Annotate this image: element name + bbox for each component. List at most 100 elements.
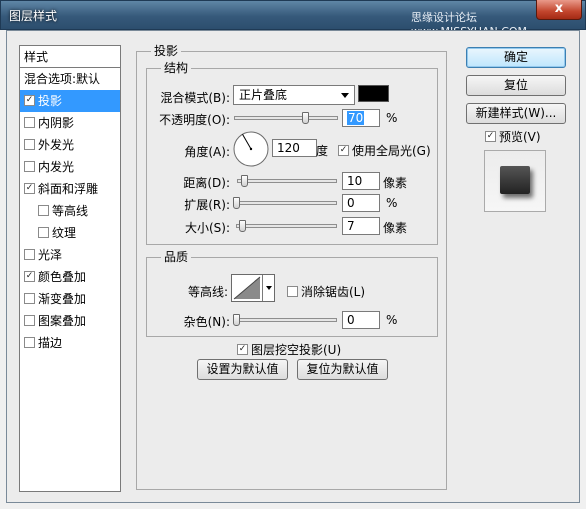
sidebar-item-label: 内阴影: [38, 116, 75, 130]
sidebar-item-label: 斜面和浮雕: [38, 182, 99, 196]
opacity-slider-thumb[interactable]: [302, 112, 309, 124]
noise-slider-track[interactable]: [233, 314, 337, 326]
noise-input[interactable]: 0: [342, 311, 380, 329]
sidebar-item-label: 投影: [38, 94, 63, 108]
checkbox-icon[interactable]: [24, 249, 35, 260]
blend-mode-label: 混合模式(B):: [160, 91, 230, 105]
checkbox-icon[interactable]: ✓: [24, 95, 35, 106]
checkbox-icon: ✓: [485, 131, 496, 142]
noise-unit: %: [386, 313, 398, 327]
checkbox-icon[interactable]: ✓: [24, 271, 35, 282]
sidebar-item-label: 颜色叠加: [38, 270, 87, 284]
sidebar-item[interactable]: ✓ 投影: [20, 90, 120, 112]
sidebar-item[interactable]: ✓ 颜色叠加: [20, 266, 120, 288]
distance-unit: 像素: [383, 176, 408, 190]
angle-dial[interactable]: [232, 130, 270, 168]
global-light-checkbox[interactable]: ✓ 使用全局光(G): [338, 142, 431, 159]
close-icon: x: [554, 1, 564, 16]
contour-label: 等高线:: [187, 285, 228, 299]
sidebar-item-label: 内发光: [38, 160, 75, 174]
quality-title: 品质: [161, 248, 192, 265]
ok-button[interactable]: 确定: [466, 47, 566, 68]
sidebar-item[interactable]: 纹理: [20, 222, 120, 244]
spread-input[interactable]: 0: [342, 194, 380, 212]
sidebar-item-label: 描边: [38, 336, 63, 350]
blend-mode-dropdown[interactable]: 正片叠底: [233, 85, 355, 105]
sidebar-item-label: 纹理: [52, 226, 77, 240]
contour-curve-icon: [233, 276, 261, 300]
opacity-unit: %: [386, 111, 398, 125]
sidebar-item[interactable]: 光泽: [20, 244, 120, 266]
knockout-checkbox[interactable]: ✓ 图层挖空投影(U): [237, 341, 341, 358]
sidebar-item[interactable]: 内发光: [20, 156, 120, 178]
opacity-label: 不透明度(O):: [159, 113, 230, 127]
opacity-slider-track[interactable]: [234, 112, 338, 124]
sidebar-item[interactable]: 混合选项:默认: [20, 68, 120, 90]
reset-button[interactable]: 复位: [466, 75, 566, 96]
checkbox-icon[interactable]: ✓: [24, 183, 35, 194]
angle-label: 角度(A):: [184, 145, 230, 159]
size-label: 大小(S):: [184, 221, 230, 235]
sidebar-item[interactable]: ✓ 斜面和浮雕: [20, 178, 120, 200]
sidebar-item-label: 渐变叠加: [38, 292, 87, 306]
sidebar-item-label: 光泽: [38, 248, 63, 262]
spread-slider-thumb[interactable]: [233, 197, 240, 209]
checkbox-icon[interactable]: [24, 315, 35, 326]
sidebar-item[interactable]: 描边: [20, 332, 120, 354]
preview-checkbox[interactable]: ✓ 预览(V): [485, 128, 541, 145]
size-slider-thumb[interactable]: [239, 220, 246, 232]
styles-list: 样式 混合选项:默认 ✓ 投影 内阴影 外发光 内发光 ✓ 斜面和浮雕 等高线 纹理 光泽 ✓ 颜色叠加…: [19, 45, 121, 492]
anti-alias-checkbox[interactable]: 消除锯齿(L): [287, 283, 365, 300]
shadow-color-swatch[interactable]: [358, 85, 389, 102]
sidebar-item[interactable]: 外发光: [20, 134, 120, 156]
noise-slider-thumb[interactable]: [233, 314, 240, 326]
size-unit: 像素: [383, 221, 408, 235]
checkbox-icon: ✓: [338, 145, 349, 156]
sidebar-item[interactable]: 等高线: [20, 200, 120, 222]
checkbox-icon: ✓: [237, 344, 248, 355]
reset-default-button[interactable]: 复位为默认值: [297, 359, 388, 380]
window-title: 图层样式: [9, 9, 58, 23]
opacity-input[interactable]: 70: [342, 109, 380, 127]
title-bar[interactable]: 图层样式 思缘设计论坛 www.MISSYUAN.COM: [0, 0, 586, 38]
angle-unit: 度: [316, 144, 329, 158]
sidebar-item-label: 等高线: [52, 204, 89, 218]
sidebar-item-label: 混合选项:默认: [24, 72, 101, 86]
angle-input[interactable]: 120: [272, 139, 317, 157]
make-default-button[interactable]: 设置为默认值: [197, 359, 288, 380]
sidebar-item[interactable]: 内阴影: [20, 112, 120, 134]
distance-input[interactable]: 10: [342, 172, 380, 190]
styles-header[interactable]: 样式: [20, 46, 120, 68]
checkbox-icon: [287, 286, 298, 297]
checkbox-icon[interactable]: [38, 227, 49, 238]
spread-unit: %: [386, 196, 398, 210]
size-slider-track[interactable]: [236, 220, 337, 232]
close-button[interactable]: x: [536, 0, 582, 20]
spread-label: 扩展(R):: [184, 198, 230, 212]
checkbox-icon[interactable]: [24, 293, 35, 304]
drop-shadow-title: 投影: [151, 42, 182, 59]
spread-slider-track[interactable]: [233, 197, 337, 209]
checkbox-icon[interactable]: [38, 205, 49, 216]
distance-label: 距离(D):: [183, 176, 230, 190]
contour-picker[interactable]: [231, 274, 275, 302]
sidebar-item-label: 图案叠加: [38, 314, 87, 328]
size-input[interactable]: 7: [342, 217, 380, 235]
checkbox-icon[interactable]: [24, 337, 35, 348]
distance-slider-track[interactable]: [237, 175, 337, 187]
checkbox-icon[interactable]: [24, 161, 35, 172]
sidebar-item[interactable]: 渐变叠加: [20, 288, 120, 310]
contour-dropdown-button[interactable]: [262, 275, 275, 301]
preview-swatch: [500, 166, 530, 194]
chevron-down-icon: [341, 93, 349, 98]
new-style-button[interactable]: 新建样式(W)...: [466, 103, 566, 124]
style-preview: [484, 150, 546, 212]
blend-mode-value: 正片叠底: [239, 88, 288, 102]
checkbox-icon[interactable]: [24, 139, 35, 150]
noise-label: 杂色(N):: [183, 315, 230, 329]
chevron-down-icon: [266, 286, 272, 290]
distance-slider-thumb[interactable]: [241, 175, 248, 187]
structure-title: 结构: [161, 59, 192, 76]
checkbox-icon[interactable]: [24, 117, 35, 128]
sidebar-item[interactable]: 图案叠加: [20, 310, 120, 332]
